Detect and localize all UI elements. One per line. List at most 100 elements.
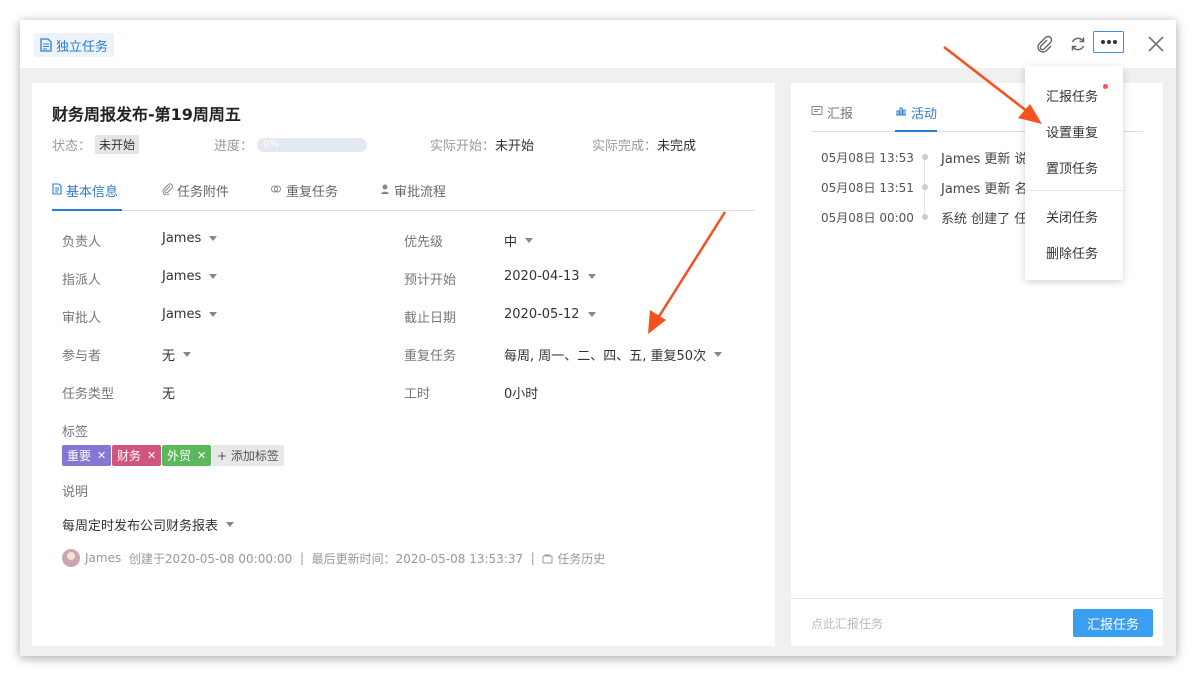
submit-report-button[interactable]: 汇报任务	[1073, 609, 1153, 637]
paperclip-icon	[162, 183, 173, 195]
footer-updated: 最后更新时间：2020-05-08 13:53:37	[311, 551, 524, 566]
deadline-label: 截止日期	[404, 311, 457, 326]
user-icon	[381, 184, 389, 194]
participants-select[interactable]: 无	[162, 345, 192, 364]
tab-label: 审批流程	[394, 185, 447, 200]
approver-select[interactable]: James	[162, 307, 218, 322]
menu-item-report[interactable]: 汇报任务	[1046, 86, 1098, 105]
progress-bar[interactable]: 0%	[257, 137, 368, 152]
task-type-field[interactable]: 无	[162, 383, 175, 402]
progress-label: 进度：	[214, 139, 254, 154]
comment-icon	[811, 106, 823, 115]
work-hours-value: 0小时	[504, 387, 539, 402]
activity-text: 系统 创建了 任	[941, 212, 1028, 227]
close-icon[interactable]: ✕	[97, 449, 106, 462]
label-chip[interactable]: 重要 ✕	[62, 445, 112, 466]
task-history-link[interactable]: 任务历史	[557, 550, 605, 567]
tab-label: 活动	[911, 107, 938, 122]
more-menu: 汇报任务 设置重复 置顶任务 关闭任务 删除任务	[1025, 66, 1123, 280]
footer-separator: |	[530, 551, 535, 565]
activity-time: 05月08日 00:00	[821, 211, 914, 225]
owner-select[interactable]: James	[162, 231, 218, 246]
chevron-down-icon	[587, 274, 596, 279]
tab-activity[interactable]: 活动	[895, 103, 937, 132]
add-label-button[interactable]: + 添加标签	[212, 445, 284, 466]
task-type-value: 无	[162, 387, 176, 402]
progress-row: 进度： 0%	[214, 135, 368, 154]
menu-item-set-repeat[interactable]: 设置重复	[1046, 122, 1098, 141]
actual-finish-row: 实际完成： 未完成	[592, 135, 696, 154]
avatar	[62, 549, 80, 567]
repeat-label: 重复任务	[404, 349, 457, 364]
work-hours-field[interactable]: 0小时	[504, 383, 538, 402]
menu-item-pin[interactable]: 置顶任务	[1046, 158, 1098, 177]
planned-start-value: 2020-04-13	[504, 269, 580, 284]
planned-start-select[interactable]: 2020-04-13	[504, 269, 596, 284]
chevron-down-icon	[183, 352, 192, 357]
footer-created: 创建于2020-05-08 00:00:00	[128, 551, 293, 566]
tab-label: 基本信息	[66, 185, 119, 200]
close-icon[interactable]	[1144, 32, 1168, 56]
task-detail-window: 独立任务 财务周报发布-第19周周五 状态： 未开始 进度： 0% 实际开始：	[20, 20, 1176, 656]
participants-label: 参与者	[62, 349, 102, 364]
status-badge[interactable]: 未开始	[95, 135, 140, 154]
activity-time: 05月08日 13:51	[821, 181, 914, 195]
menu-item-close-task[interactable]: 关闭任务	[1046, 207, 1098, 226]
activity-text: James 更新 名	[941, 182, 1028, 197]
footer-separator: |	[299, 551, 304, 565]
approver-label: 审批人	[62, 311, 102, 326]
menu-divider	[1025, 190, 1123, 191]
work-hours-label: 工时	[404, 387, 431, 402]
label-chip[interactable]: 财务 ✕	[112, 445, 162, 466]
label-chip-text: 外贸	[167, 449, 192, 463]
task-footer: James 创建于2020-05-08 00:00:00 | 最后更新时间：20…	[62, 549, 605, 567]
description-field[interactable]: 每周定时发布公司财务报表	[62, 515, 235, 534]
menu-item-delete-task[interactable]: 删除任务	[1046, 243, 1098, 262]
task-type-field-label: 任务类型	[62, 387, 115, 402]
document-icon	[52, 183, 62, 195]
tab-basic-info[interactable]: 基本信息	[52, 179, 122, 211]
task-type-button[interactable]: 独立任务	[34, 33, 115, 57]
detail-tabs: 基本信息 任务附件 重复任务 审批流程	[52, 179, 755, 211]
actual-finish-value: 未完成	[657, 139, 697, 154]
task-type-label: 独立任务	[56, 39, 109, 55]
actual-start-label: 实际开始：	[430, 139, 496, 154]
activity-time: 05月08日 13:53	[821, 151, 914, 165]
deadline-value: 2020-05-12	[504, 307, 580, 322]
actual-finish-label: 实际完成：	[592, 139, 658, 154]
repeat-value: 每周, 周一、二、四、五, 重复50次	[504, 349, 707, 364]
label-chip[interactable]: 外贸 ✕	[162, 445, 212, 466]
status-row: 状态： 未开始	[52, 135, 140, 154]
planned-start-label: 预计开始	[404, 273, 457, 288]
actual-start-value: 未开始	[495, 139, 535, 154]
tab-label: 汇报	[827, 107, 854, 122]
priority-select[interactable]: 中	[504, 231, 534, 250]
tab-repeat[interactable]: 重复任务	[270, 179, 338, 211]
chevron-down-icon	[714, 352, 723, 357]
refresh-icon[interactable]	[1066, 32, 1090, 56]
chevron-down-icon	[209, 274, 218, 279]
close-icon[interactable]: ✕	[147, 449, 156, 462]
owner-value: James	[162, 231, 202, 246]
progress-value: 0%	[263, 138, 279, 150]
more-icon	[1100, 40, 1117, 44]
priority-label: 优先级	[404, 235, 444, 250]
chevron-down-icon	[525, 238, 534, 243]
assigner-value: James	[162, 269, 202, 284]
activity-icon	[896, 107, 906, 116]
deadline-select[interactable]: 2020-05-12	[504, 307, 596, 322]
task-detail-panel: 财务周报发布-第19周周五 状态： 未开始 进度： 0% 实际开始： 未开始 实…	[32, 83, 775, 646]
repeat-select[interactable]: 每周, 周一、二、四、五, 重复50次	[504, 345, 723, 364]
report-input[interactable]: 点此汇报任务	[811, 615, 883, 632]
tab-approval[interactable]: 审批流程	[380, 179, 446, 211]
assigner-select[interactable]: James	[162, 269, 218, 284]
label-chip-text: 财务	[117, 449, 142, 463]
tab-attachments[interactable]: 任务附件	[162, 179, 229, 211]
tab-report[interactable]: 汇报	[811, 103, 853, 132]
paperclip-icon[interactable]	[1032, 32, 1056, 56]
close-icon[interactable]: ✕	[197, 449, 206, 462]
priority-value: 中	[504, 235, 518, 250]
document-icon	[40, 38, 52, 52]
more-button[interactable]	[1093, 31, 1124, 53]
description-title: 说明	[62, 485, 89, 500]
